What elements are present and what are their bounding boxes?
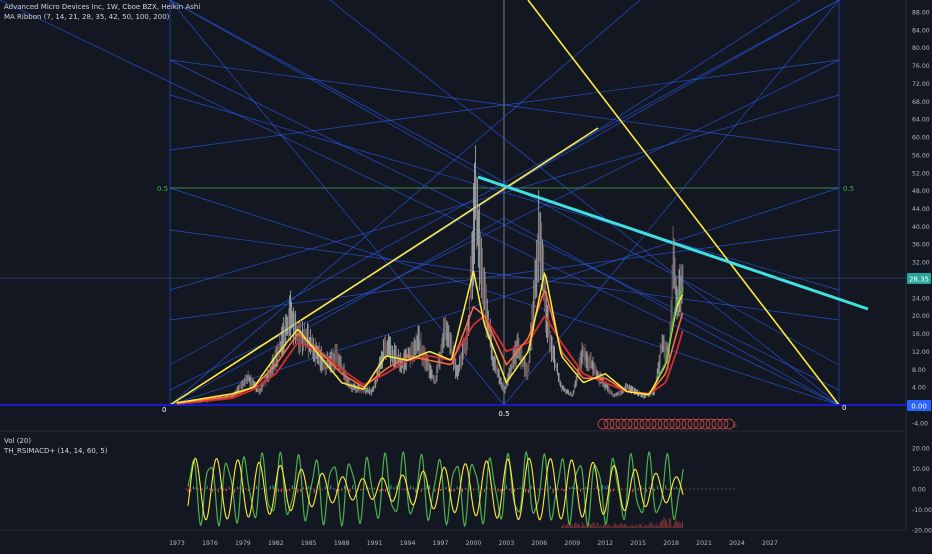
price-tick-label: 48.00 xyxy=(912,188,930,195)
price-tick-label: 32.00 xyxy=(912,260,930,267)
price-tick-label: -4.00 xyxy=(912,420,928,427)
oscillator-tick-label: -10.00 xyxy=(912,507,932,514)
price-tick-label: 36.00 xyxy=(912,242,930,249)
oscillator-tick-label: 0.00 xyxy=(912,487,926,494)
oscillator-tick-label: 10.00 xyxy=(912,466,930,473)
time-tick-label: 2018 xyxy=(663,540,679,547)
price-tick-label: 56.00 xyxy=(912,152,930,159)
time-tick-label: 2006 xyxy=(531,540,547,547)
chart-root[interactable]: 88.00 84.00 80.00 76.00 72.00 68.00 64.00 60.00… xyxy=(0,0,932,550)
price-tick-label: 8.00 xyxy=(912,367,926,374)
time-tick-label: 1976 xyxy=(202,540,218,547)
fib-label-right-mid: 0.5 xyxy=(843,185,854,193)
symbol-title[interactable]: Advanced Micro Devices Inc, 1W, Cboe BZX… xyxy=(4,2,200,12)
chart-canvas[interactable]: 88.00 84.00 80.00 76.00 72.00 68.00 64.00 60.00… xyxy=(0,0,932,550)
price-tick-label: 20.00 xyxy=(912,313,930,320)
price-tick-label: 52.00 xyxy=(912,170,930,177)
earnings-event-label[interactable]: E xyxy=(733,422,737,429)
price-tick-label: 60.00 xyxy=(912,135,930,142)
price-tick-label: 64.00 xyxy=(912,117,930,124)
price-tick-label: 24.00 xyxy=(912,295,930,302)
fib-label-left-mid: 0.5 xyxy=(157,185,168,193)
oscillator-tick-label: -20.00 xyxy=(912,528,932,535)
time-tick-label: 2015 xyxy=(630,540,646,547)
price-tick-label: 84.00 xyxy=(912,27,930,34)
time-tick-label: 2003 xyxy=(499,540,515,547)
price-legend: Advanced Micro Devices Inc, 1W, Cboe BZX… xyxy=(4,2,200,22)
price-tick-label: 80.00 xyxy=(912,45,930,52)
time-tick-label: 2027 xyxy=(762,540,778,547)
time-tick-label: 1988 xyxy=(334,540,350,547)
price-tick-label: 4.00 xyxy=(912,385,926,392)
fib-label-left-bottom: 0 xyxy=(162,406,166,414)
price-tick-label: 76.00 xyxy=(912,63,930,70)
price-tick-label: 16.00 xyxy=(912,331,930,338)
time-tick-label: 1997 xyxy=(433,540,449,547)
rsimacd-legend[interactable]: TH_RSIMACD+ (14, 14, 60, 5) xyxy=(4,446,107,456)
oscillator-tick-label: 20.00 xyxy=(912,446,930,453)
volume-legend[interactable]: Vol (20) xyxy=(4,436,107,446)
zero-price-label: 0.00 xyxy=(911,403,927,411)
time-tick-label: 1973 xyxy=(169,540,185,547)
price-tick-label: 44.00 xyxy=(912,206,930,213)
chart-background xyxy=(0,0,932,550)
price-tick-label: 72.00 xyxy=(912,81,930,88)
price-tick-label: 88.00 xyxy=(912,10,930,17)
time-tick-label: 1994 xyxy=(400,540,416,547)
price-tick-label: 12.00 xyxy=(912,349,930,356)
fib-label-right-bottom: 0 xyxy=(842,404,846,412)
time-tick-label: 1985 xyxy=(301,540,317,547)
time-tick-label: 1991 xyxy=(367,540,383,547)
time-tick-label: 1982 xyxy=(268,540,284,547)
fib-label-mid-bottom: 0.5 xyxy=(498,410,509,418)
time-tick-label: 2024 xyxy=(729,540,745,547)
ma-ribbon-legend[interactable]: MA Ribbon (7, 14, 21, 28, 35, 42, 50, 10… xyxy=(4,12,200,22)
time-tick-label: 2009 xyxy=(564,540,580,547)
time-tick-label: 2021 xyxy=(696,540,712,547)
time-tick-label: 2012 xyxy=(597,540,613,547)
time-tick-label: 1979 xyxy=(235,540,251,547)
last-price-label: 28.35 xyxy=(909,276,929,284)
price-tick-label: 68.00 xyxy=(912,99,930,106)
price-tick-label: 40.00 xyxy=(912,224,930,231)
time-tick-label: 2000 xyxy=(466,540,482,547)
oscillator-legend: Vol (20) TH_RSIMACD+ (14, 14, 60, 5) xyxy=(4,436,107,456)
